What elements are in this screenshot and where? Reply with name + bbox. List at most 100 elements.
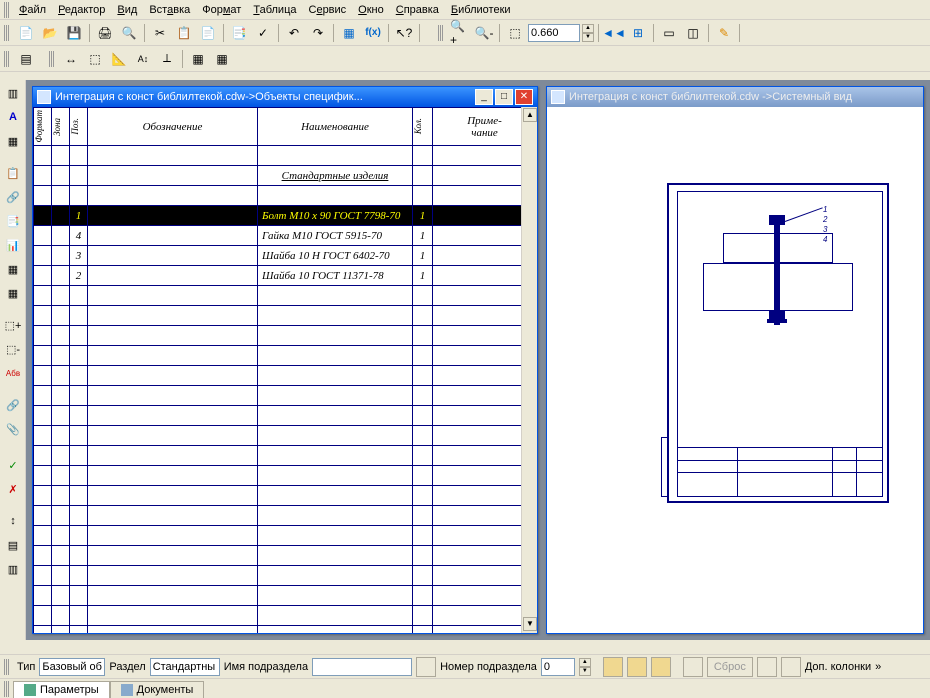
tabs-grip[interactable] (4, 681, 9, 697)
prop-icon-1[interactable] (603, 657, 623, 677)
tool-text[interactable]: А (2, 106, 24, 128)
redo-button[interactable]: ↷ (307, 22, 329, 44)
undo-button[interactable]: ↶ (283, 22, 305, 44)
variables-button[interactable]: f(x) (362, 22, 384, 44)
table-row[interactable]: 4Гайка М10 ГОСТ 5915-701 (34, 226, 537, 246)
spec-scrollbar[interactable]: ▲ ▼ (521, 107, 537, 633)
toolbar-grip[interactable] (4, 25, 9, 41)
sec-grip2[interactable] (49, 51, 54, 67)
prop-icon-6[interactable] (781, 657, 801, 677)
chevron-icon[interactable]: » (875, 661, 881, 673)
table-row[interactable]: 3Шайба 10 Н ГОСТ 6402-701 (34, 246, 537, 266)
sbros-button[interactable]: Сброс (707, 657, 753, 677)
menu-table[interactable]: Таблица (247, 2, 302, 18)
menu-service[interactable]: Сервис (302, 2, 352, 18)
table-row[interactable]: 2Шайба 10 ГОСТ 11371-781 (34, 266, 537, 286)
zoom-grip[interactable] (438, 25, 443, 41)
spec-table[interactable]: Формат Зона Поз. Обозначение Наименовани… (33, 107, 537, 633)
tip-field[interactable] (39, 658, 105, 676)
zoom-out-button[interactable]: 🔍- (473, 22, 495, 44)
tool-spec4[interactable]: 📊 (2, 234, 24, 256)
sec-grip[interactable] (4, 51, 9, 67)
tool-sort2[interactable]: ▤ (2, 534, 24, 556)
tool-cancel[interactable]: ✗ (2, 478, 24, 500)
prop-icon-5[interactable] (757, 657, 777, 677)
sec-btn-1[interactable]: ▤ (15, 48, 37, 70)
menu-insert[interactable]: Вставка (143, 2, 196, 18)
prop-icon-3[interactable] (651, 657, 671, 677)
check-button[interactable]: ✓ (252, 22, 274, 44)
sec-btn-6[interactable]: ⟂ (156, 48, 178, 70)
sec-btn-2[interactable]: ↔ (60, 48, 82, 70)
zoom-in-button[interactable]: 🔍+ (449, 22, 471, 44)
zoom-sel-button[interactable]: ◫ (682, 22, 704, 44)
tool-apply[interactable]: ✓ (2, 454, 24, 476)
imya-btn[interactable] (416, 657, 436, 677)
save-button[interactable]: 💾 (63, 22, 85, 44)
spec-close-button[interactable]: ✕ (515, 89, 533, 105)
menu-help[interactable]: Справка (390, 2, 445, 18)
menu-format[interactable]: Формат (196, 2, 247, 18)
tool-link1[interactable]: 🔗 (2, 394, 24, 416)
menu-view[interactable]: Вид (111, 2, 143, 18)
zoom-window-button[interactable]: ⬚ (504, 22, 526, 44)
prop-icon-2[interactable] (627, 657, 647, 677)
menu-libs[interactable]: Библиотеки (445, 2, 517, 18)
drawing-canvas[interactable]: 1 2 3 4 (547, 107, 923, 633)
menu-editor[interactable]: Редактор (52, 2, 111, 18)
tab-docs[interactable]: Документы (110, 681, 205, 698)
tool-table[interactable]: ▦ (2, 130, 24, 152)
razdel-field[interactable] (150, 658, 220, 676)
zoom-spinner[interactable]: ▲▼ (582, 24, 594, 42)
nomer-field[interactable] (541, 658, 575, 676)
tool-abc[interactable]: Aбв (2, 362, 24, 384)
tool-row2[interactable]: ⬚- (2, 338, 24, 360)
table-row[interactable]: 1Болт М10 x 90 ГОСТ 7798-701 (34, 206, 537, 226)
tool-sort1[interactable]: ↕ (2, 510, 24, 532)
tool-spec1[interactable]: 📋 (2, 162, 24, 184)
refresh-button[interactable]: ✎ (713, 22, 735, 44)
paste-button[interactable]: 📄 (197, 22, 219, 44)
nomer-spinner[interactable]: ▲▼ (579, 658, 591, 676)
tool-page[interactable]: ▥ (2, 82, 24, 104)
tool-spec2[interactable]: 🔗 (2, 186, 24, 208)
menu-file[interactable]: Файл (13, 2, 52, 18)
zoom-input[interactable] (528, 24, 580, 42)
imya-field[interactable] (312, 658, 412, 676)
sec-btn-5[interactable]: A↕ (132, 48, 154, 70)
spec-titlebar[interactable]: Интеграция с конст библилтекой.cdw->Объе… (33, 87, 537, 107)
sec-btn-3[interactable]: ⬚ (84, 48, 106, 70)
prop-icon-4[interactable] (683, 657, 703, 677)
sec-btn-8[interactable]: ▦ (211, 48, 233, 70)
props-button[interactable]: 📑 (228, 22, 250, 44)
new-button[interactable]: 📄 (15, 22, 37, 44)
tool-spec3[interactable]: 📑 (2, 210, 24, 232)
menubar-grip[interactable] (4, 2, 9, 18)
cut-button[interactable]: ✂ (149, 22, 171, 44)
zoom-fit-button[interactable]: ⊞ (627, 22, 649, 44)
scroll-up-icon[interactable]: ▲ (523, 108, 537, 122)
manager-button[interactable]: ▦ (338, 22, 360, 44)
help-cursor-button[interactable]: ↖? (393, 22, 415, 44)
spec-min-button[interactable]: _ (475, 89, 493, 105)
tool-link2[interactable]: 📎 (2, 418, 24, 440)
tool-row1[interactable]: ⬚+ (2, 314, 24, 336)
tool-spec6[interactable]: ▦ (2, 282, 24, 304)
tool-spec5[interactable]: ▦ (2, 258, 24, 280)
drawing-titlebar[interactable]: Интеграция с конст библилтекой.cdw ->Сис… (547, 87, 923, 107)
zoom-all-button[interactable]: ▭ (658, 22, 680, 44)
open-button[interactable]: 📂 (39, 22, 61, 44)
sec-btn-7[interactable]: ▦ (187, 48, 209, 70)
tool-sort3[interactable]: ▥ (2, 558, 24, 580)
tab-params[interactable]: Параметры (13, 681, 110, 698)
sec-btn-4[interactable]: 📐 (108, 48, 130, 70)
zoom-prev-button[interactable]: ◄◄ (603, 22, 625, 44)
spec-max-button[interactable]: □ (495, 89, 513, 105)
print-button[interactable]: 🖨 (94, 22, 116, 44)
preview-button[interactable]: 🔍 (118, 22, 140, 44)
scroll-down-icon[interactable]: ▼ (523, 617, 537, 631)
dop-label[interactable]: Доп. колонки (805, 661, 871, 673)
propbar-grip[interactable] (4, 659, 9, 675)
copy-button[interactable]: 📋 (173, 22, 195, 44)
menu-window[interactable]: Окно (352, 2, 390, 18)
